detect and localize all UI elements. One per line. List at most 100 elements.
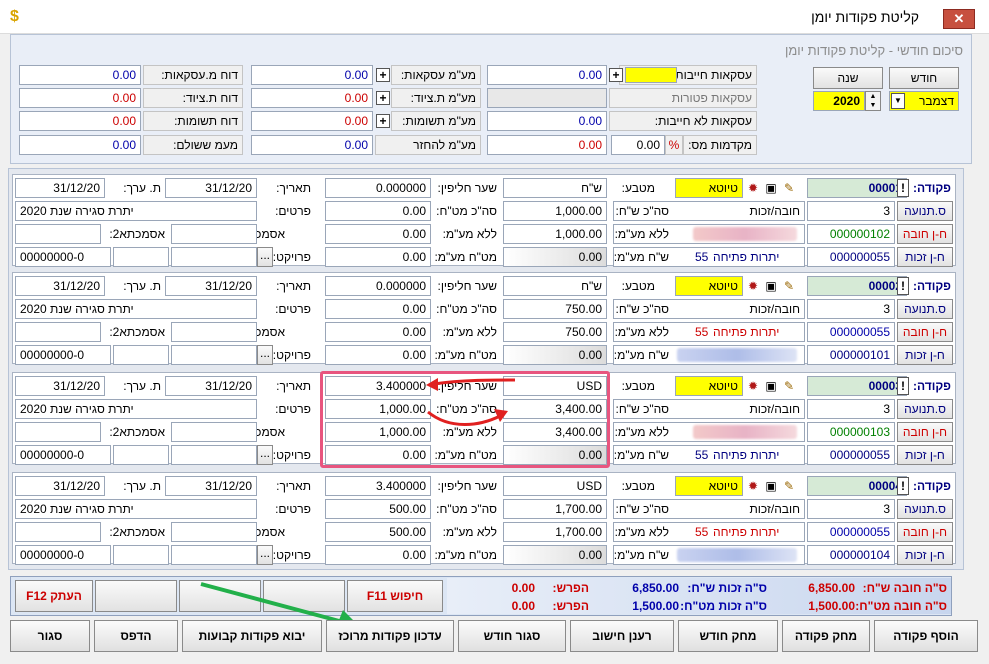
credit-account-button[interactable]: ח-ן זכות [897,545,953,565]
project-browse-button[interactable]: ... [257,545,273,565]
total-shekel-field[interactable]: 750.00 [503,299,607,319]
window-icon[interactable]: ▣ [763,478,779,494]
credit-account-button[interactable]: ח-ן זכות [897,247,953,267]
no-vat-foreign-field[interactable]: 500.00 [325,522,431,542]
entry-number-field[interactable]: 00001 [807,178,907,198]
vat-shekel-field[interactable]: 0.00 [503,247,607,267]
window-icon[interactable]: ▣ [763,378,779,394]
reference1-field[interactable] [171,322,257,342]
vat-transactions-value[interactable]: 0.00 [251,65,373,85]
project-field[interactable] [171,545,257,565]
refresh-calc-button[interactable]: רענן חישוב [570,620,674,652]
debit-account-button[interactable]: ח-ן חובה [897,322,953,342]
entry-alert-icon[interactable]: ! [897,477,909,495]
details-field[interactable]: יתרת סגירה שנת 2020 [15,299,257,319]
tax-advances-value[interactable]: 0.00 [487,135,607,155]
reference2-field[interactable] [15,322,101,342]
credit-account-field[interactable]: 000000101 [807,345,895,365]
reference1-field[interactable] [171,522,257,542]
year-spinner-icon[interactable]: ▲ ▼ [865,91,881,111]
add-entry-button[interactable]: הוסף פקודה [874,620,978,652]
movement-type-field[interactable]: 3 [807,201,895,221]
details-field[interactable]: יתרת סגירה שנת 2020 [15,399,257,419]
credit-account-field[interactable]: 000000055 [807,247,895,267]
project-browse-button[interactable]: ... [257,445,273,465]
movement-type-button[interactable]: ס.תנועה [897,299,953,319]
edit-icon[interactable]: ✎ [781,180,797,196]
bug-icon[interactable]: ✹ [745,278,761,294]
import-fixed-entries-button[interactable]: יבוא פקודות קבועות [182,620,322,652]
close-button[interactable]: סגור [10,620,90,652]
empty-button-1[interactable] [95,580,177,612]
project-field[interactable] [171,247,257,267]
bug-icon[interactable]: ✹ [745,378,761,394]
vat-id-extra-field[interactable] [113,345,169,365]
no-vat-shekel-field[interactable]: 750.00 [503,322,607,342]
exchange-rate-field[interactable]: 3.400000 [325,476,431,496]
exchange-rate-field[interactable]: 0.000000 [325,178,431,198]
entry-number-field[interactable]: 00004 [807,476,907,496]
entry-alert-icon[interactable]: ! [897,377,909,395]
currency-field[interactable]: ש"ח [503,178,607,198]
value-date-field[interactable]: 31/12/20 [15,178,105,198]
entry-alert-icon[interactable]: ! [897,179,909,197]
value-date-field[interactable]: 31/12/20 [15,276,105,296]
no-vat-foreign-field[interactable]: 0.00 [325,224,431,244]
vat-id-field[interactable]: 00000000-0 [15,345,111,365]
entry-number-field[interactable]: 00002 [807,276,907,296]
date-field[interactable]: 31/12/20 [165,178,257,198]
credit-account-field[interactable]: 000000055 [807,445,895,465]
debit-account-field[interactable]: 000000055 [807,522,895,542]
date-field[interactable]: 31/12/20 [165,376,257,396]
value-date-field[interactable]: 31/12/20 [15,476,105,496]
vat-equipment-value[interactable]: 0.00 [251,88,373,108]
vat-id-extra-field[interactable] [113,445,169,465]
project-browse-button[interactable]: ... [257,345,273,365]
close-month-button[interactable]: סגור חודש [458,620,566,652]
debit-account-field[interactable]: 000000055 [807,322,895,342]
vat-paid-value[interactable]: 0.00 [19,135,141,155]
entry-alert-icon[interactable]: ! [897,277,909,295]
edit-icon[interactable]: ✎ [781,378,797,394]
vat-id-field[interactable]: 00000000-0 [15,445,111,465]
movement-type-button[interactable]: ס.תנועה [897,201,953,221]
vat-foreign-field[interactable]: 0.00 [325,545,431,565]
vat-id-extra-field[interactable] [113,247,169,267]
movement-type-field[interactable]: 3 [807,299,895,319]
total-foreign-field[interactable]: 0.00 [325,299,431,319]
currency-field[interactable]: ש"ח [503,276,607,296]
movement-type-field[interactable]: 3 [807,399,895,419]
month-dropdown-chevron-icon[interactable]: ▼ [891,93,905,109]
project-browse-button[interactable]: ... [257,247,273,267]
vat-foreign-field[interactable]: 0.00 [325,345,431,365]
date-field[interactable]: 31/12/20 [165,276,257,296]
edit-icon[interactable]: ✎ [781,278,797,294]
year-field[interactable]: 2020 [813,91,865,111]
credit-account-button[interactable]: ח-ן זכות [897,445,953,465]
vat-id-extra-field[interactable] [113,545,169,565]
taxable-flag-field[interactable] [625,67,677,83]
vat-shekel-field[interactable]: 0.00 [503,345,607,365]
date-field[interactable]: 31/12/20 [165,476,257,496]
credit-account-field[interactable]: 000000104 [807,545,895,565]
reference2-field[interactable] [15,422,101,442]
vat-foreign-field[interactable]: 0.00 [325,247,431,267]
movement-type-button[interactable]: ס.תנועה [897,399,953,419]
reference2-field[interactable] [15,522,101,542]
vat-inputs-add-icon[interactable]: + [376,114,390,128]
delete-entry-button[interactable]: מחק פקודה [782,620,870,652]
bulk-update-entries-button[interactable]: עדכון פקודות מרוכז [326,620,454,652]
reference1-field[interactable] [171,422,257,442]
credit-account-button[interactable]: ח-ן זכות [897,345,953,365]
debit-account-field[interactable]: 000000102 [807,224,895,244]
debit-account-button[interactable]: ח-ן חובה [897,422,953,442]
vat-shekel-field[interactable]: 0.00 [503,545,607,565]
vat-equipment-add-icon[interactable]: + [376,91,390,105]
exchange-rate-field[interactable]: 0.000000 [325,276,431,296]
bug-icon[interactable]: ✹ [745,180,761,196]
window-icon[interactable]: ▣ [763,278,779,294]
print-button[interactable]: הדפס [94,620,178,652]
value-date-field[interactable]: 31/12/20 [15,376,105,396]
details-field[interactable]: יתרת סגירה שנת 2020 [15,201,257,221]
project-field[interactable] [171,445,257,465]
